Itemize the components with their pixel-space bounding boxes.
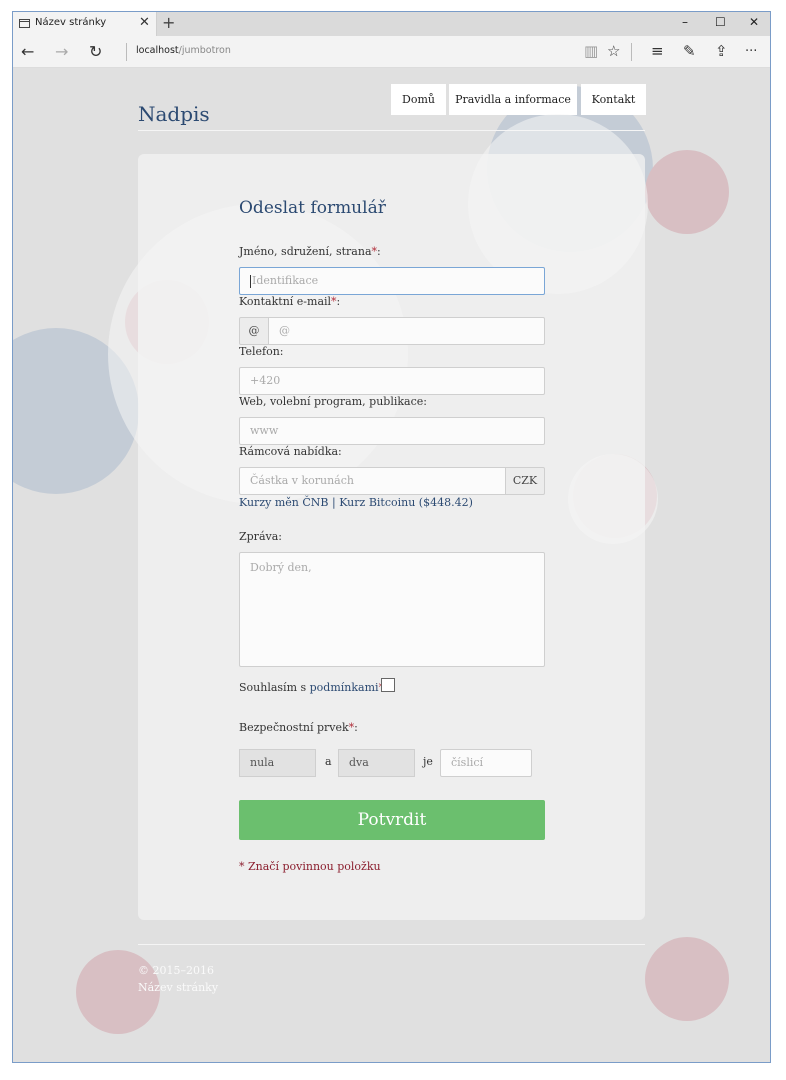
captcha-operand-a: nula bbox=[239, 749, 316, 777]
nav-contact[interactable]: Kontakt bbox=[581, 84, 646, 115]
captcha-answer-input[interactable]: číslicí bbox=[440, 749, 532, 777]
web-input[interactable]: www bbox=[239, 417, 545, 445]
title-bar: Název stránky ✕ + – ☐ ✕ bbox=[13, 12, 770, 36]
required-note: * Značí povinnou položku bbox=[239, 860, 381, 873]
decor-circle bbox=[645, 937, 729, 1021]
maximize-button[interactable]: ☐ bbox=[715, 15, 726, 29]
captcha-is: je bbox=[423, 755, 433, 768]
page-viewport: Nadpis Domů Pravidla a informace Kontakt… bbox=[13, 68, 770, 1062]
url-field[interactable]: localhost/jumbotron bbox=[136, 45, 231, 56]
name-label: Jméno, sdružení, strana*: bbox=[239, 245, 381, 258]
message-textarea[interactable]: Dobrý den, bbox=[239, 552, 545, 667]
submit-button[interactable]: Potvrdit bbox=[239, 800, 545, 840]
phone-input[interactable]: +420 bbox=[239, 367, 545, 395]
offer-label: Rámcová nabídka: bbox=[239, 445, 342, 458]
consent-label: Souhlasím s podmínkami*: bbox=[239, 681, 388, 694]
offer-input[interactable]: Částka v korunách bbox=[239, 467, 506, 495]
toolbar-separator bbox=[631, 43, 632, 61]
phone-label: Telefon: bbox=[239, 345, 284, 358]
url-host: localhost bbox=[136, 45, 179, 56]
nav-rules[interactable]: Pravidla a informace bbox=[449, 84, 577, 115]
refresh-icon[interactable]: ↻ bbox=[89, 42, 102, 61]
captcha-and: a bbox=[325, 755, 332, 768]
more-icon[interactable]: ··· bbox=[745, 44, 757, 59]
currency-addon: CZK bbox=[505, 467, 545, 495]
tab-title: Název stránky bbox=[35, 17, 107, 28]
email-label: Kontaktní e-mail*: bbox=[239, 295, 341, 308]
nav-home[interactable]: Domů bbox=[391, 84, 446, 115]
close-window-button[interactable]: ✕ bbox=[749, 15, 759, 29]
captcha-operand-b: dva bbox=[338, 749, 415, 777]
site-brand[interactable]: Nadpis bbox=[138, 102, 210, 126]
url-path: /jumbotron bbox=[178, 45, 231, 56]
footer-divider bbox=[138, 944, 645, 945]
minimize-button[interactable]: – bbox=[682, 15, 688, 29]
share-icon[interactable]: ⇪ bbox=[715, 42, 728, 60]
consent-checkbox[interactable] bbox=[381, 678, 395, 692]
name-input[interactable]: Identifikace bbox=[239, 267, 545, 295]
terms-link[interactable]: podmínkami bbox=[310, 681, 379, 694]
tab-close-icon[interactable]: ✕ bbox=[139, 15, 150, 30]
reading-view-icon[interactable]: ▥ bbox=[584, 42, 598, 60]
bitcoin-rate-link[interactable]: Kurz Bitcoinu ($448.42) bbox=[339, 496, 473, 509]
web-note-icon[interactable]: ✎ bbox=[683, 42, 696, 60]
email-input[interactable]: @ bbox=[268, 317, 545, 345]
favorite-star-icon[interactable]: ☆ bbox=[607, 42, 620, 60]
form-title: Odeslat formulář bbox=[239, 198, 386, 218]
forward-icon[interactable]: → bbox=[55, 42, 68, 61]
footer-site-name: Název stránky bbox=[138, 981, 219, 994]
hub-icon[interactable]: ≡ bbox=[651, 42, 664, 60]
decor-circle bbox=[645, 150, 729, 234]
email-addon: @ bbox=[239, 317, 269, 345]
back-icon[interactable]: ← bbox=[21, 42, 34, 61]
browser-window: Název stránky ✕ + – ☐ ✕ ← → ↻ localhost/… bbox=[12, 11, 771, 1063]
text-caret bbox=[250, 274, 251, 288]
footer-copyright: © 2015–2016 bbox=[138, 964, 214, 977]
url-separator bbox=[126, 43, 127, 61]
cnb-rates-link[interactable]: Kurzy měn ČNB bbox=[239, 496, 328, 509]
new-tab-button[interactable]: + bbox=[162, 13, 175, 32]
web-label: Web, volební program, publikace: bbox=[239, 395, 427, 408]
rate-links: Kurzy měn ČNB | Kurz Bitcoinu ($448.42) bbox=[239, 496, 473, 509]
jumbotron: Odeslat formulář Jméno, sdružení, strana… bbox=[108, 114, 658, 920]
decor-circle bbox=[568, 454, 658, 544]
message-label: Zpráva: bbox=[239, 530, 282, 543]
captcha-label: Bezpečnostní prvek*: bbox=[239, 721, 358, 734]
page-icon bbox=[19, 19, 30, 28]
browser-tab[interactable]: Název stránky ✕ bbox=[13, 12, 157, 36]
address-bar: ← → ↻ localhost/jumbotron ▥ ☆ ≡ ✎ ⇪ ··· bbox=[13, 36, 770, 68]
